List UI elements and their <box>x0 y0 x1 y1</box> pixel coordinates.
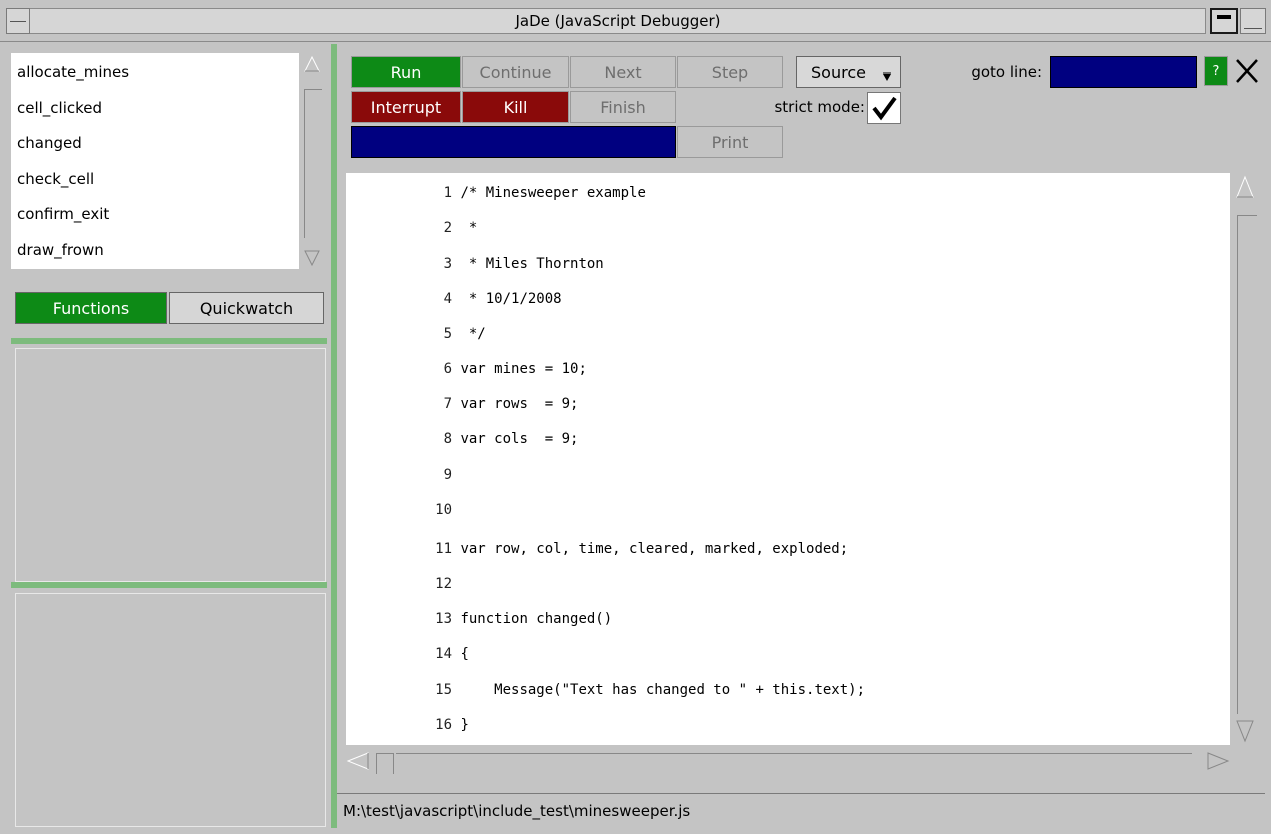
tab-quickwatch[interactable]: Quickwatch <box>169 292 324 324</box>
functions-list-scrollbar[interactable] <box>301 53 323 269</box>
code-line: 4 * 10/1/2008 <box>346 282 562 316</box>
pane-separator[interactable] <box>11 338 327 344</box>
code-line: 16 } <box>346 708 469 742</box>
source-dropdown[interactable]: Source <box>796 56 901 88</box>
scroll-right-arrow-icon[interactable] <box>1204 750 1230 772</box>
functions-list-scroll-thumb[interactable] <box>304 89 322 238</box>
strict-mode-label: strict mode: <box>774 98 865 116</box>
line-number[interactable]: 4 <box>346 282 452 316</box>
function-item-allocate-mines[interactable]: allocate_mines <box>17 61 129 83</box>
title-bar: JaDe (JavaScript Debugger) <box>0 0 1271 42</box>
strict-mode-checkbox[interactable] <box>867 92 901 124</box>
next-button[interactable]: Next <box>570 56 676 88</box>
line-number[interactable]: 14 <box>346 637 452 671</box>
line-number[interactable]: 1 <box>346 176 452 210</box>
code-text: * 10/1/2008 <box>460 291 562 307</box>
kill-button[interactable]: Kill <box>462 91 569 123</box>
code-line: 11 var row, col, time, cleared, marked, … <box>346 532 848 566</box>
code-line: 9 <box>346 458 460 492</box>
scroll-down-arrow-icon[interactable] <box>303 249 321 267</box>
window-title: JaDe (JavaScript Debugger) <box>515 12 721 30</box>
line-number[interactable]: 8 <box>346 422 452 456</box>
code-vertical-scrollbar[interactable] <box>1232 173 1258 745</box>
code-line: 1 /* Minesweeper example <box>346 176 646 210</box>
tab-functions[interactable]: Functions <box>15 292 167 324</box>
status-bar-file-path: M:\test\javascript\include_test\mineswee… <box>337 793 1265 828</box>
code-text: * Miles Thornton <box>460 256 604 272</box>
code-line: 3 * Miles Thornton <box>346 247 604 281</box>
line-number[interactable]: 11 <box>346 532 452 566</box>
code-scroll-thumb[interactable] <box>1237 215 1257 714</box>
panel-splitter[interactable] <box>331 44 337 828</box>
function-item-cell-clicked[interactable]: cell_clicked <box>17 97 102 119</box>
scroll-down-arrow-icon[interactable] <box>1235 719 1255 743</box>
code-text: /* Minesweeper example <box>460 185 646 201</box>
code-text: var row, col, time, cleared, marked, exp… <box>460 541 849 557</box>
line-number[interactable]: 3 <box>346 247 452 281</box>
help-button[interactable]: ? <box>1204 56 1228 86</box>
source-dropdown-label: Source <box>811 63 866 82</box>
continue-button[interactable]: Continue <box>462 56 569 88</box>
code-line: 7 var rows = 9; <box>346 387 579 421</box>
line-number[interactable]: 10 <box>346 493 452 527</box>
code-text: */ <box>460 326 486 342</box>
minimize-button[interactable] <box>1210 8 1238 34</box>
window-menu-button[interactable] <box>6 8 30 34</box>
code-text: var rows = 9; <box>460 396 579 412</box>
function-item-confirm-exit[interactable]: confirm_exit <box>17 203 109 225</box>
code-line: 2 * <box>346 211 478 245</box>
source-code-view[interactable]: 1 /* Minesweeper example 2 * 3 * Miles T… <box>346 173 1230 745</box>
code-line: 5 */ <box>346 317 486 351</box>
pane-separator[interactable] <box>11 582 327 588</box>
maximize-button[interactable] <box>1240 8 1266 34</box>
line-number[interactable]: 15 <box>346 673 452 707</box>
line-number[interactable]: 9 <box>346 458 452 492</box>
code-text: } <box>460 717 469 733</box>
goto-line-label: goto line: <box>971 63 1042 81</box>
line-number[interactable]: 13 <box>346 602 452 636</box>
code-line: 15 Message("Text has changed to " + this… <box>346 673 865 707</box>
code-text: { <box>460 646 469 662</box>
line-number[interactable]: 16 <box>346 708 452 742</box>
chevron-down-icon <box>883 72 891 81</box>
code-hscroll-thumb[interactable] <box>376 753 394 774</box>
code-line: 12 <box>346 567 460 601</box>
functions-detail-pane <box>15 348 326 582</box>
interrupt-button[interactable]: Interrupt <box>351 91 461 123</box>
function-item-draw-frown[interactable]: draw_frown <box>17 239 104 261</box>
code-text: var mines = 10; <box>460 361 587 377</box>
scroll-left-arrow-icon[interactable] <box>346 750 372 772</box>
line-number[interactable]: 6 <box>346 352 452 386</box>
code-line: 6 var mines = 10; <box>346 352 587 386</box>
run-button[interactable]: Run <box>351 56 461 88</box>
code-text: * <box>460 220 478 236</box>
scroll-up-arrow-icon[interactable] <box>1235 175 1255 199</box>
line-number[interactable]: 5 <box>346 317 452 351</box>
scroll-up-arrow-icon[interactable] <box>303 55 321 73</box>
code-line: 14 { <box>346 637 469 671</box>
finish-button[interactable]: Finish <box>570 91 676 123</box>
close-icon[interactable] <box>1234 56 1262 86</box>
print-expression-input[interactable] <box>351 126 676 158</box>
goto-line-input[interactable] <box>1050 56 1197 88</box>
print-button[interactable]: Print <box>677 126 783 158</box>
code-line: 13 function changed() <box>346 602 612 636</box>
function-item-check-cell[interactable]: check_cell <box>17 168 94 190</box>
code-line: 8 var cols = 9; <box>346 422 579 456</box>
code-line: 10 <box>346 493 460 527</box>
watch-pane <box>15 593 326 827</box>
code-horizontal-scrollbar[interactable] <box>346 748 1230 774</box>
functions-list[interactable]: allocate_mines cell_clicked changed chec… <box>11 53 299 269</box>
code-text: var cols = 9; <box>460 431 579 447</box>
function-item-changed[interactable]: changed <box>17 132 82 154</box>
step-button[interactable]: Step <box>677 56 783 88</box>
line-number[interactable]: 2 <box>346 211 452 245</box>
line-number[interactable]: 7 <box>346 387 452 421</box>
code-text: function changed() <box>460 611 613 627</box>
code-text: Message("Text has changed to " + this.te… <box>460 682 866 698</box>
checkmark-icon <box>872 96 897 121</box>
line-number[interactable]: 12 <box>346 567 452 601</box>
